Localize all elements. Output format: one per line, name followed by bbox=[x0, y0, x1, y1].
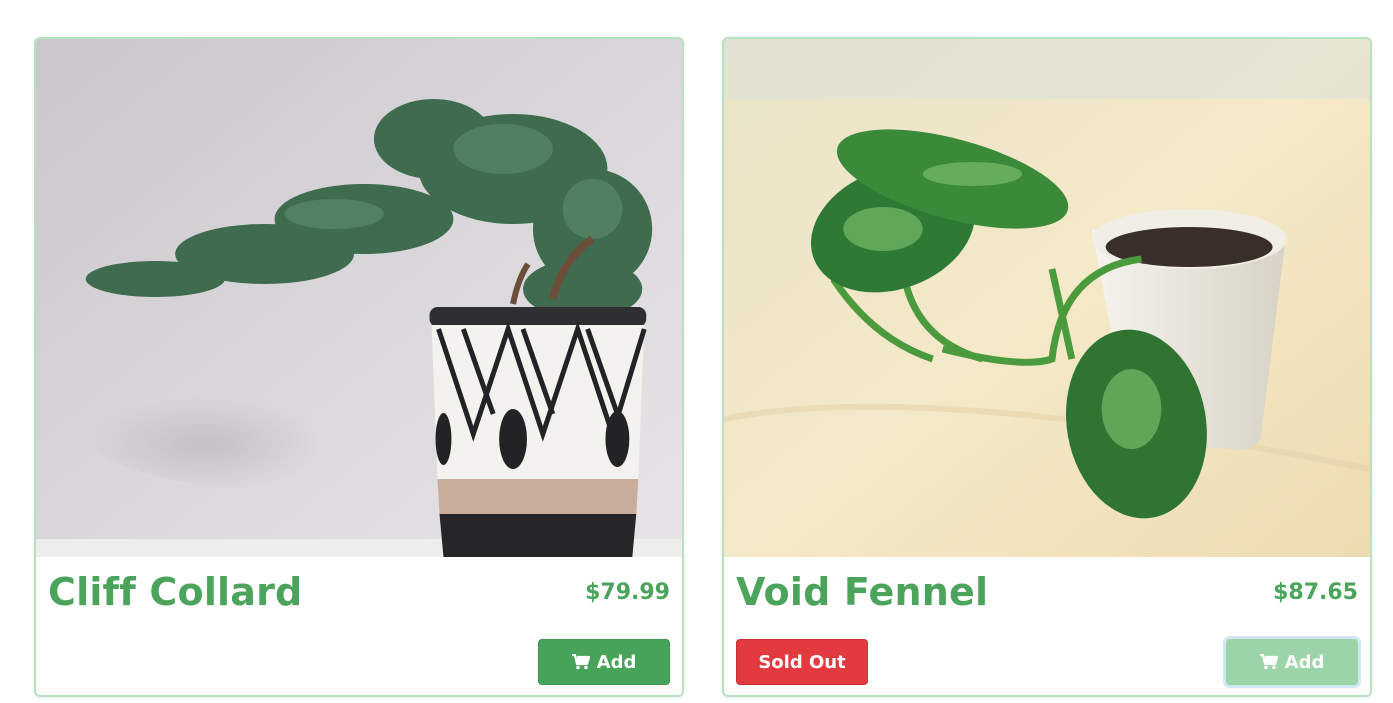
cart-icon bbox=[571, 654, 590, 670]
product-image-pothos[interactable] bbox=[724, 39, 1370, 557]
product-card: Void Fennel $87.65 Sold Out Add bbox=[722, 37, 1372, 697]
add-button-label: Add bbox=[1284, 651, 1325, 673]
product-title[interactable]: Cliff Collard bbox=[48, 569, 302, 615]
product-image-bonsai[interactable] bbox=[36, 39, 682, 557]
product-price: $87.65 bbox=[1273, 580, 1358, 605]
cart-icon bbox=[1259, 654, 1278, 670]
add-to-cart-button[interactable]: Add bbox=[538, 639, 670, 685]
bonsai-photo bbox=[36, 39, 682, 557]
product-grid: Cliff Collard $79.99 Add Void Fennel $87… bbox=[0, 0, 1393, 703]
product-title[interactable]: Void Fennel bbox=[736, 569, 988, 615]
product-card: Cliff Collard $79.99 Add bbox=[34, 37, 684, 697]
sold-out-badge: Sold Out bbox=[736, 639, 868, 685]
add-to-cart-button-disabled[interactable]: Add bbox=[1226, 639, 1358, 685]
add-button-label: Add bbox=[596, 651, 637, 673]
pothos-photo bbox=[724, 39, 1370, 557]
product-price: $79.99 bbox=[585, 580, 670, 605]
